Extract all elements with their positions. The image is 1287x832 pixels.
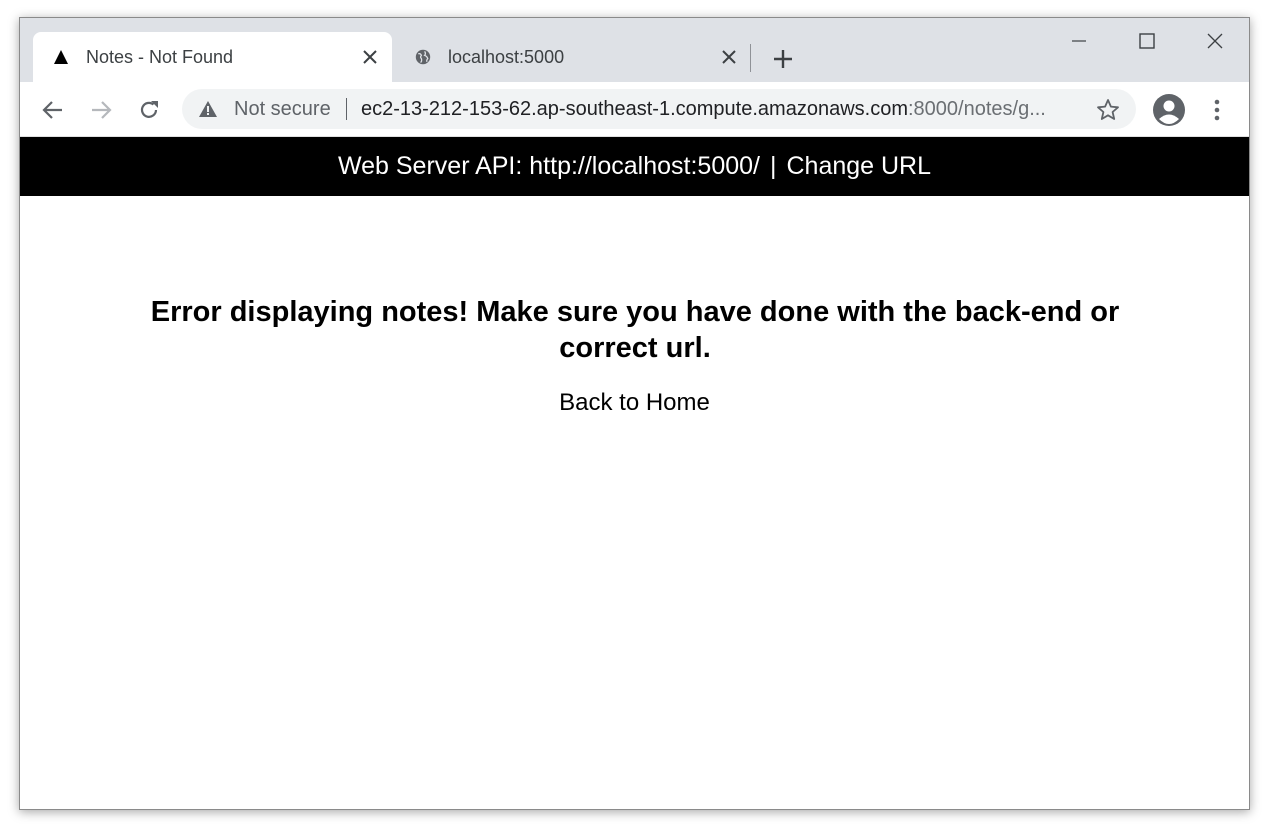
tab-notes-not-found[interactable]: Notes - Not Found (33, 32, 392, 82)
star-icon[interactable] (1096, 98, 1120, 122)
maximize-icon[interactable] (1124, 26, 1170, 56)
tab-localhost[interactable]: localhost:5000 (395, 32, 751, 82)
api-label: Web Server API: http://localhost:5000/ (337, 152, 760, 180)
more-menu-icon[interactable] (1200, 93, 1234, 127)
url-host: ec2-13-212-153-62.ap-southeast-1.compute… (361, 98, 908, 120)
back-to-home-link[interactable]: Back to Home (20, 389, 1249, 417)
back-arrow-icon[interactable] (36, 93, 70, 127)
api-banner: Web Server API: http://localhost:5000/ |… (20, 137, 1249, 196)
error-message: Error displaying notes! Make sure you ha… (150, 296, 1120, 364)
tab-title: Notes - Not Found (86, 46, 234, 67)
page-content: Error displaying notes! Make sure you ha… (20, 196, 1249, 809)
window-close-icon[interactable] (1192, 26, 1238, 56)
browser-toolbar: Not secure ec2-13-212-153-62.ap-southeas… (20, 82, 1249, 137)
url-path: :8000/notes/g... (907, 98, 1046, 120)
tab-title: localhost:5000 (448, 46, 565, 67)
url-text[interactable]: ec2-13-212-153-62.ap-southeast-1.compute… (361, 98, 1081, 121)
new-tab-plus-icon[interactable] (769, 45, 797, 73)
close-icon[interactable] (717, 45, 741, 69)
minimize-icon[interactable] (1056, 26, 1102, 56)
address-bar[interactable]: Not secure ec2-13-212-153-62.ap-southeas… (182, 89, 1136, 129)
forward-arrow-icon[interactable] (84, 93, 118, 127)
security-label[interactable]: Not secure (234, 98, 331, 121)
tab-strip: Notes - Not Found localhost:5000 (20, 18, 1249, 82)
browser-window: Notes - Not Found localhost:5000 Not sec… (19, 17, 1250, 810)
triangle-logo-icon (53, 49, 69, 65)
reload-icon[interactable] (132, 93, 166, 127)
close-icon[interactable] (358, 45, 382, 69)
warning-icon[interactable] (198, 100, 218, 118)
banner-separator: | (769, 152, 777, 180)
profile-avatar-icon[interactable] (1152, 93, 1186, 127)
address-separator (346, 98, 347, 120)
tab-divider (750, 44, 751, 72)
globe-icon (415, 49, 431, 65)
change-url-link[interactable]: Change URL (786, 152, 931, 181)
